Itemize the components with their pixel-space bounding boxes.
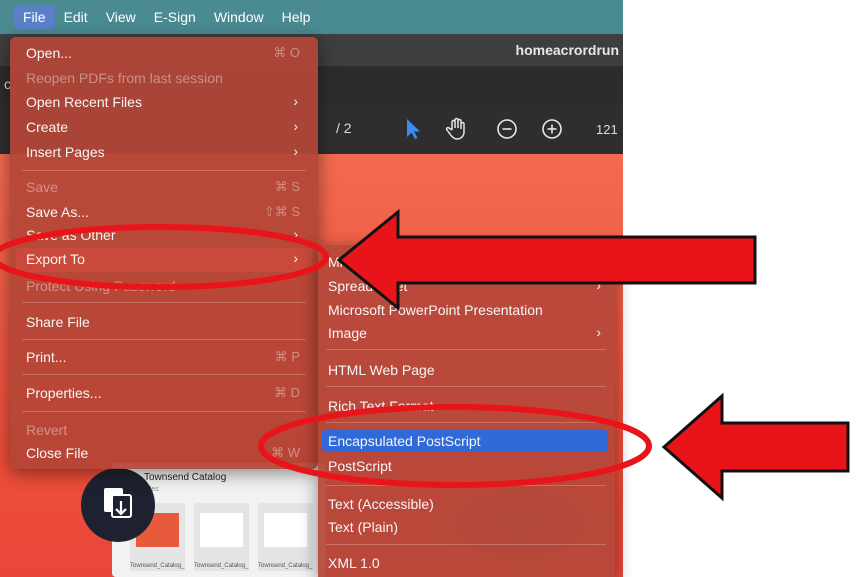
export-item-spreadsheet[interactable]: Spreadsheet › (318, 275, 615, 297)
chevron-right-icon: › (596, 253, 601, 269)
menu-item-protect: Protect Using Password (26, 278, 176, 294)
export-item-html[interactable]: HTML Web Page (318, 359, 615, 381)
page-count: / 2 (336, 120, 352, 136)
chevron-right-icon: › (293, 250, 298, 266)
chevron-right-icon: › (293, 118, 298, 134)
catalog-title: Townsend Catalog (144, 472, 227, 483)
export-pdf-icon (104, 488, 132, 518)
menubar-view[interactable]: View (97, 5, 145, 29)
menu-separator (22, 411, 306, 412)
menubar-file[interactable]: File (14, 5, 55, 29)
menu-item-open[interactable]: Open... ⌘ O (16, 42, 312, 64)
menu-item-print[interactable]: Print... ⌘ P (16, 346, 312, 368)
menu-item-open-recent[interactable]: Open Recent Files › (16, 91, 312, 113)
pointer-icon[interactable] (400, 116, 426, 142)
annotation-arrow-eps (661, 392, 850, 502)
thumbnail-name: Townsend_Catalog_ (194, 563, 249, 569)
chevron-right-icon: › (293, 143, 298, 159)
menubar-esign[interactable]: E-Sign (145, 5, 205, 29)
export-item-word[interactable]: Microsoft Word › (318, 251, 615, 273)
menu-bar: File Edit View E-Sign Window Help (0, 0, 623, 34)
export-item-powerpoint[interactable]: Microsoft PowerPoint Presentation (318, 299, 615, 321)
menu-item-properties[interactable]: Properties... ⌘ D (16, 382, 312, 404)
export-item-xml[interactable]: XML 1.0 (318, 552, 615, 574)
export-item-eps[interactable]: Encapsulated PostScript (322, 430, 608, 452)
menu-item-insert-pages[interactable]: Insert Pages › (16, 141, 312, 163)
menu-separator (326, 544, 606, 545)
chevron-right-icon: › (596, 324, 601, 340)
menu-separator (22, 374, 306, 375)
export-item-image[interactable]: Image › (318, 322, 615, 344)
menu-item-share-file[interactable]: Share File (16, 311, 312, 333)
menu-item-revert: Revert (26, 422, 68, 438)
thumbnail-name: Townsend_Catalog_ (258, 563, 313, 569)
menu-separator (22, 339, 306, 340)
export-submenu: Microsoft Word › Spreadsheet › Microsoft… (318, 245, 615, 577)
export-pdf-button[interactable] (81, 468, 155, 542)
export-item-text-plain[interactable]: Text (Plain) (318, 516, 615, 538)
export-item-text-accessible[interactable]: Text (Accessible) (318, 493, 615, 515)
menubar-help[interactable]: Help (273, 5, 320, 29)
chevron-right-icon: › (293, 226, 298, 242)
chevron-right-icon: › (596, 277, 601, 293)
menu-item-save: Save ⌘ S (26, 179, 300, 195)
catalog-thumbnail[interactable] (258, 503, 313, 571)
window-title: homeacrordrun (515, 42, 619, 58)
menubar-edit[interactable]: Edit (55, 5, 97, 29)
menu-separator (22, 170, 306, 171)
zoom-in-icon[interactable] (539, 116, 565, 142)
menu-item-create[interactable]: Create › (16, 116, 312, 138)
menu-item-save-as-other[interactable]: Save as Other › (16, 224, 312, 246)
menubar-window[interactable]: Window (205, 5, 273, 29)
zoom-out-icon[interactable] (494, 116, 520, 142)
menu-separator (326, 422, 606, 423)
file-menu: Open... ⌘ O Reopen PDFs from last sessio… (10, 37, 318, 469)
thumbnail-name: Townsend_Catalog_ (130, 563, 185, 569)
chevron-right-icon: › (293, 93, 298, 109)
menu-separator (326, 485, 606, 486)
menu-separator (326, 349, 606, 350)
hand-icon[interactable] (444, 116, 470, 142)
menu-item-close-file[interactable]: Close File ⌘ W (16, 442, 312, 464)
zoom-level[interactable]: 121 (596, 122, 618, 137)
menu-item-reopen: Reopen PDFs from last session (26, 70, 223, 86)
export-item-postscript[interactable]: PostScript (318, 455, 615, 477)
menu-item-export-to[interactable]: Export To › (16, 248, 312, 272)
catalog-thumbnail[interactable] (194, 503, 249, 571)
export-item-rtf[interactable]: Rich Text Format (318, 395, 615, 417)
menu-item-save-as[interactable]: Save As... ⇧⌘ S (16, 201, 312, 223)
menu-separator (326, 386, 606, 387)
menu-separator (22, 302, 306, 303)
